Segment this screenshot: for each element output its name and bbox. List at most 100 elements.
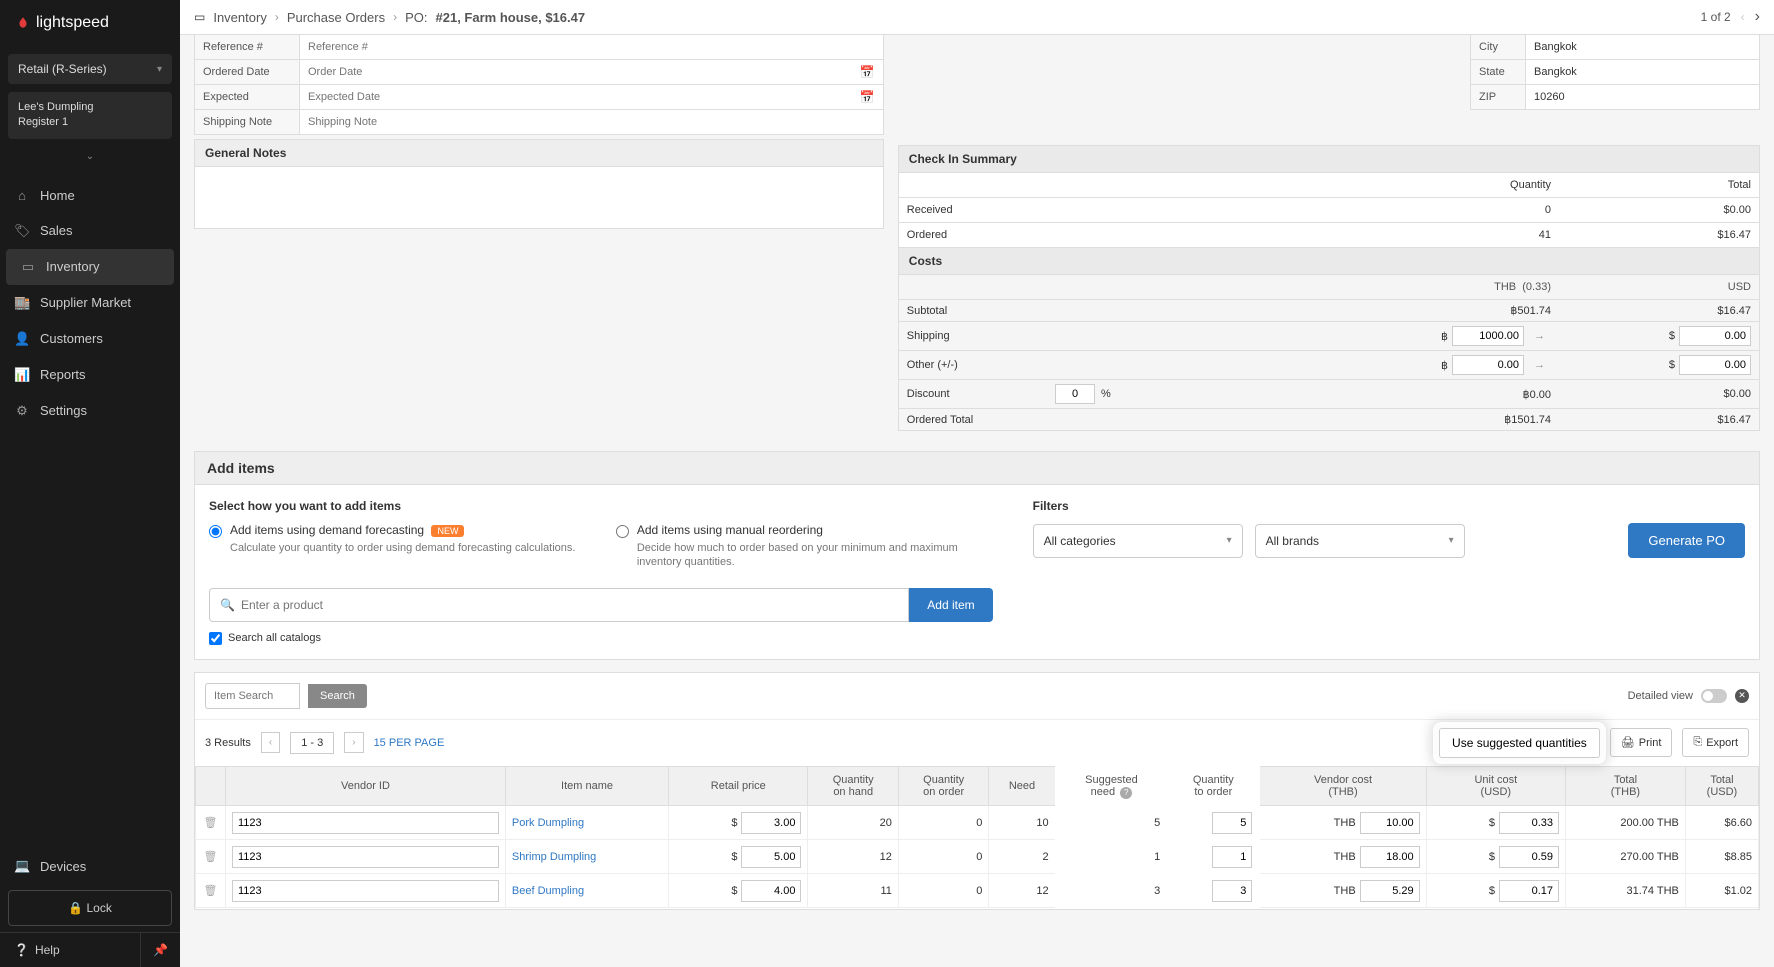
delete-row-icon[interactable]: 🗑: [204, 817, 218, 829]
home-icon: ⌂: [14, 188, 30, 203]
unit-cost-input[interactable]: [1499, 812, 1559, 834]
reference-input[interactable]: [300, 35, 883, 59]
location-box[interactable]: Lee's Dumpling Register 1: [8, 92, 172, 139]
export-button[interactable]: ⎘Export: [1682, 728, 1749, 757]
total-usd: $6.60: [1685, 806, 1758, 840]
lock-label: Lock: [86, 901, 111, 915]
field-shipping-note: Shipping Note: [194, 109, 884, 135]
lock-button[interactable]: 🔒 Lock: [8, 890, 172, 926]
total-thb: 270.00 THB: [1566, 840, 1686, 874]
checkin-header: Check In Summary: [898, 145, 1760, 173]
suggested-need: 5: [1056, 806, 1168, 840]
need: 2: [989, 840, 1056, 874]
chevron-down-icon: ▾: [157, 64, 162, 75]
results-count: 3 Results: [205, 737, 251, 749]
module-icon: ▭: [194, 10, 205, 24]
pager-prev-button[interactable]: ‹: [261, 732, 280, 753]
col-item-name: Item name: [505, 767, 668, 806]
qty-on-order: 0: [898, 840, 988, 874]
usd-symbol: $: [1669, 330, 1675, 342]
search-all-catalogs-checkbox[interactable]: [209, 632, 222, 645]
retail-price-input[interactable]: [741, 880, 801, 902]
crumb-purchase-orders[interactable]: Purchase Orders: [287, 10, 385, 25]
vendor-cost-input[interactable]: [1360, 812, 1420, 834]
brands-select[interactable]: All brands▾: [1255, 524, 1465, 558]
vendor-id-input[interactable]: [232, 880, 499, 902]
retail-price-input[interactable]: [741, 846, 801, 868]
qty-to-order-input[interactable]: [1212, 880, 1252, 902]
pager-next[interactable]: ›: [1755, 8, 1760, 26]
retail-price-input[interactable]: [741, 812, 801, 834]
col-retail-price: Retail price: [669, 767, 808, 806]
discount-pct-input[interactable]: [1055, 384, 1095, 404]
add-item-button[interactable]: Add item: [909, 588, 992, 622]
help-icon[interactable]: ?: [1120, 787, 1132, 799]
nav-devices[interactable]: 💻Devices: [0, 848, 180, 884]
use-suggested-quantities-button[interactable]: Use suggested quantities: [1439, 728, 1600, 758]
product-search-input[interactable]: [235, 589, 898, 621]
item-name-link[interactable]: Pork Dumpling: [512, 817, 584, 829]
pager-next-button[interactable]: ›: [344, 732, 363, 753]
qty-to-order-input[interactable]: [1212, 812, 1252, 834]
calendar-icon[interactable]: 📅: [860, 65, 883, 79]
nav-settings[interactable]: ⚙Settings: [0, 393, 180, 429]
nav-customers[interactable]: 👤Customers: [0, 321, 180, 357]
expected-date-input[interactable]: [300, 85, 860, 109]
item-name-link[interactable]: Shrimp Dumpling: [512, 851, 596, 863]
pin-button[interactable]: 📌: [140, 933, 180, 967]
qty-on-order: 0: [898, 874, 988, 908]
pager-label: 1 of 2: [1701, 10, 1731, 24]
unit-cost-input[interactable]: [1499, 846, 1559, 868]
generate-po-button[interactable]: Generate PO: [1628, 523, 1745, 558]
delete-row-icon[interactable]: 🗑: [204, 885, 218, 897]
vendor-cost-input[interactable]: [1360, 846, 1420, 868]
calendar-icon[interactable]: 📅: [860, 90, 883, 104]
item-search-input[interactable]: [205, 683, 300, 709]
expand-indicator[interactable]: ⌄: [0, 147, 180, 166]
nav-label: Sales: [40, 223, 73, 238]
ordered-date-input[interactable]: [300, 60, 860, 84]
qty-to-order-input[interactable]: [1212, 846, 1252, 868]
general-notes-textarea[interactable]: [194, 167, 884, 229]
nav-sales[interactable]: 🏷Sales: [0, 213, 180, 249]
table-row: 🗑 Beef Dumpling $ 11 0 12 3 THB $ 31.74 …: [196, 874, 1759, 908]
shipping-note-input[interactable]: [300, 110, 883, 134]
detailed-view-toggle[interactable]: [1701, 689, 1727, 703]
per-page-select[interactable]: 15 PER PAGE: [374, 737, 445, 749]
vendor-id-input[interactable]: [232, 846, 499, 868]
add-items-section: Add items Select how you want to add ite…: [194, 451, 1760, 660]
register-name: Register 1: [18, 115, 162, 130]
other-usd-input[interactable]: [1679, 355, 1751, 375]
crumb-po-title: #21, Farm house, $16.47: [436, 10, 586, 25]
nav-home[interactable]: ⌂Home: [0, 178, 180, 213]
shipping-thb-input[interactable]: [1452, 326, 1524, 346]
vendor-cost-input[interactable]: [1360, 880, 1420, 902]
vendor-id-input[interactable]: [232, 812, 499, 834]
item-name-link[interactable]: Beef Dumpling: [512, 885, 584, 897]
radio-manual-reordering[interactable]: [616, 525, 629, 538]
nav-supplier-market[interactable]: 🏬Supplier Market: [0, 285, 180, 321]
chevron-down-icon: ▾: [1449, 535, 1454, 546]
retail-series-select[interactable]: Retail (R-Series) ▾: [8, 54, 172, 84]
nav-inventory[interactable]: ▭Inventory: [6, 249, 174, 285]
field-label: Expected: [195, 85, 300, 109]
pager-prev[interactable]: ‹: [1741, 10, 1745, 24]
other-thb-input[interactable]: [1452, 355, 1524, 375]
col-vendor-id: Vendor ID: [226, 767, 506, 806]
categories-select[interactable]: All categories▾: [1033, 524, 1243, 558]
print-button[interactable]: 🖨Print: [1610, 728, 1673, 757]
ordered-total-thb: ฿1501.74: [1119, 409, 1559, 430]
unit-cost-input[interactable]: [1499, 880, 1559, 902]
help-button[interactable]: ❔Help: [0, 933, 140, 967]
discount-usd: $0.00: [1559, 384, 1759, 404]
radio-demand-forecasting[interactable]: [209, 525, 222, 538]
close-icon[interactable]: ✕: [1735, 689, 1749, 703]
qty-on-order: 0: [898, 806, 988, 840]
delete-row-icon[interactable]: 🗑: [204, 851, 218, 863]
item-search-button[interactable]: Search: [308, 684, 367, 708]
nav-label: Reports: [40, 367, 86, 382]
received-label: Received: [899, 198, 1119, 222]
crumb-inventory[interactable]: Inventory: [213, 10, 266, 25]
nav-reports[interactable]: 📊Reports: [0, 357, 180, 393]
shipping-usd-input[interactable]: [1679, 326, 1751, 346]
